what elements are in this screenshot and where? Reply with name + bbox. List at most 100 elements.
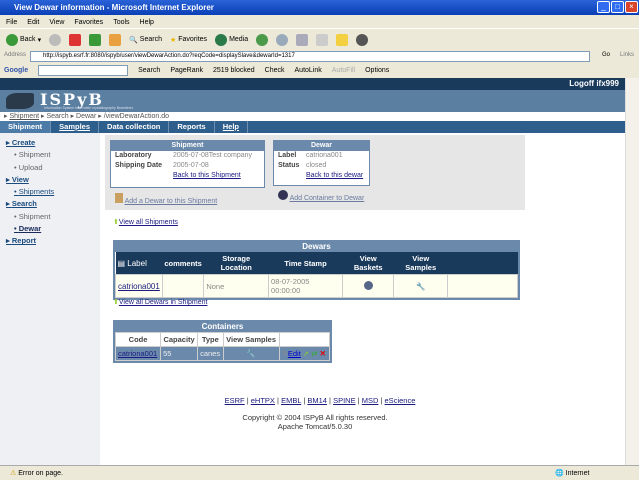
eye-logo-icon	[6, 93, 34, 109]
forward-button[interactable]	[49, 33, 62, 46]
footer-link-bm14[interactable]: BM14	[307, 396, 327, 405]
server-info: Apache Tomcat/5.0.30	[277, 422, 353, 431]
view-samples-icon[interactable]: 🔧	[416, 282, 425, 291]
footer-link-esrf[interactable]: ESRF	[225, 396, 245, 405]
address-bar: Address http://ispyb.esrf.fr:8080/ispyb/…	[0, 50, 639, 63]
notes-icon[interactable]	[336, 33, 349, 46]
messenger-icon[interactable]	[356, 33, 369, 46]
main-tabs: Shipment Samples Data collection Reports…	[0, 121, 625, 133]
media-icon	[215, 33, 228, 46]
tab-reports[interactable]: Reports	[169, 121, 215, 133]
history-icon[interactable]	[256, 33, 269, 46]
sidebar-shipments[interactable]: • Shipments	[6, 186, 94, 198]
print-icon[interactable]	[296, 33, 309, 46]
dewars-table: Dewars ▤ Label comments Storage Location…	[113, 240, 520, 300]
popup-blocked-button[interactable]: 2519 blocked	[213, 67, 255, 74]
dewar-label-link[interactable]: catriona001	[118, 282, 160, 291]
back-to-shipment-link[interactable]: Back to this Shipment	[173, 171, 241, 181]
search-button[interactable]: 🔍 Search	[129, 36, 162, 44]
shipment-box: Shipment Laboratory 2005-07-08Test compan…	[110, 140, 265, 188]
breadcrumb: ▸ Shipment ▸ Search ▸ Dewar ▸ /viewDewar…	[4, 113, 170, 120]
view-baskets-icon[interactable]	[363, 280, 373, 290]
menu-tools[interactable]: Tools	[113, 19, 129, 26]
links-button[interactable]: Links	[620, 52, 634, 58]
google-search-button[interactable]: Search	[138, 67, 160, 74]
vertical-scrollbar[interactable]	[625, 78, 639, 465]
mail-icon[interactable]	[276, 33, 289, 46]
copyright: Copyright © 2004 ISPyB All rights reserv…	[242, 413, 388, 422]
footer-link-ehtpx[interactable]: eHTPX	[251, 396, 275, 405]
footer-link-escience[interactable]: eScience	[385, 396, 416, 405]
menu-edit[interactable]: Edit	[27, 19, 39, 26]
menu-bar: File Edit View Favorites Tools Help	[0, 15, 639, 28]
shipping-date-value: 2005-07-08	[173, 162, 209, 169]
back-to-dewar-link[interactable]: Back to this dewar	[306, 171, 363, 181]
refresh-icon[interactable]	[89, 33, 102, 46]
sidebar-create-shipment[interactable]: • Shipment	[6, 149, 94, 161]
menu-favorites[interactable]: Favorites	[74, 19, 103, 26]
zone-indicator: 🌐 Internet	[555, 470, 590, 477]
container-code-link[interactable]: catriona001	[118, 349, 157, 358]
close-button[interactable]: ×	[625, 1, 638, 13]
home-icon[interactable]	[109, 33, 122, 46]
edit-link[interactable]: Edit	[288, 349, 301, 358]
view-all-shipments-link[interactable]: ⬆View all Shipments	[113, 218, 178, 226]
view-samples-icon[interactable]: 🔧	[246, 349, 255, 358]
delete-icon[interactable]: ✕	[320, 349, 326, 358]
address-input[interactable]: http://ispyb.esrf.fr:8080/ispyb/user/vie…	[30, 51, 590, 62]
logoff-link[interactable]: Logoff ifx999	[0, 78, 625, 90]
breadcrumb-shipment[interactable]: Shipment	[9, 113, 39, 120]
view-all-dewars-link[interactable]: ⬆View all Dewars in Shipment	[113, 298, 207, 306]
footer-link-embl[interactable]: EMBL	[281, 396, 301, 405]
sidebar-upload[interactable]: • Upload	[6, 162, 94, 174]
tab-samples[interactable]: Samples	[51, 121, 100, 133]
maximize-button[interactable]: □	[611, 1, 624, 13]
options-button[interactable]: Options	[365, 67, 389, 74]
stop-icon[interactable]	[69, 33, 82, 46]
footer-link-msd[interactable]: MSD	[362, 396, 379, 405]
menu-file[interactable]: File	[6, 19, 17, 26]
transfer-icon[interactable]: ⇄	[311, 349, 317, 358]
spell-check-button[interactable]: Check	[265, 67, 285, 74]
tagline: Information System for Protein crystallo…	[44, 106, 134, 110]
footer-link-spine[interactable]: SPINE	[333, 396, 356, 405]
google-logo[interactable]: Google	[4, 67, 28, 74]
tab-help[interactable]: Help	[215, 121, 248, 133]
table-row: catriona001 None 08-07-2005 00:00:00 🔧	[115, 274, 518, 298]
edit-icon[interactable]	[316, 33, 329, 46]
status-text: Error on page.	[18, 470, 63, 477]
add-dewar-icon	[115, 193, 123, 203]
autolink-button[interactable]: AutoLink	[295, 67, 322, 74]
add-container-icon	[278, 190, 288, 200]
minimize-button[interactable]: _	[597, 1, 610, 13]
media-button[interactable]: Media	[215, 33, 248, 46]
laboratory-value: 2005-07-08Test company	[173, 152, 252, 159]
sidebar-report[interactable]: ▸ Report	[6, 235, 94, 247]
add-dewar-link[interactable]: Add a Dewar to this Shipment	[115, 193, 217, 205]
toolbar: Back ▾ 🔍 Search ★ Favorites Media	[0, 28, 639, 50]
containers-table: Containers Code Capacity Type View Sampl…	[113, 320, 332, 363]
tab-shipment[interactable]: Shipment	[0, 121, 52, 133]
menu-view[interactable]: View	[49, 19, 64, 26]
google-search-input[interactable]	[38, 65, 129, 76]
sidebar-create[interactable]: ▸ Create	[6, 137, 94, 149]
autofill-button[interactable]: AutoFill	[332, 67, 355, 74]
sidebar: ▸ Create • Shipment • Upload ▸ View • Sh…	[0, 133, 100, 465]
sidebar-dewar[interactable]: • Dewar	[6, 223, 94, 235]
banner: ISPyB Information System for Protein cry…	[0, 90, 625, 112]
tab-data-collection[interactable]: Data collection	[99, 121, 170, 133]
add-container-link[interactable]: Add Container to Dewar	[278, 190, 364, 202]
status-bar: ⚠ Error on page. 🌐 Internet	[0, 465, 639, 480]
favorites-button[interactable]: ★ Favorites	[170, 36, 207, 44]
window-title: View Dewar information - Microsoft Inter…	[0, 0, 639, 15]
sidebar-view[interactable]: ▸ View	[6, 174, 94, 186]
move-icon[interactable]: ➚	[303, 349, 309, 358]
dewar-box: Dewar Label catriona001 Status closed Back…	[273, 140, 370, 186]
menu-help[interactable]: Help	[140, 19, 154, 26]
warning-icon[interactable]: ⚠	[10, 470, 16, 477]
go-button[interactable]: Go	[602, 52, 610, 58]
sidebar-search[interactable]: ▸ Search	[6, 198, 94, 210]
back-button[interactable]: Back ▾	[6, 33, 41, 46]
sidebar-search-shipment[interactable]: • Shipment	[6, 211, 94, 223]
footer: ESRF | eHTPX | EMBL | BM14 | SPINE | MSD…	[105, 396, 525, 431]
